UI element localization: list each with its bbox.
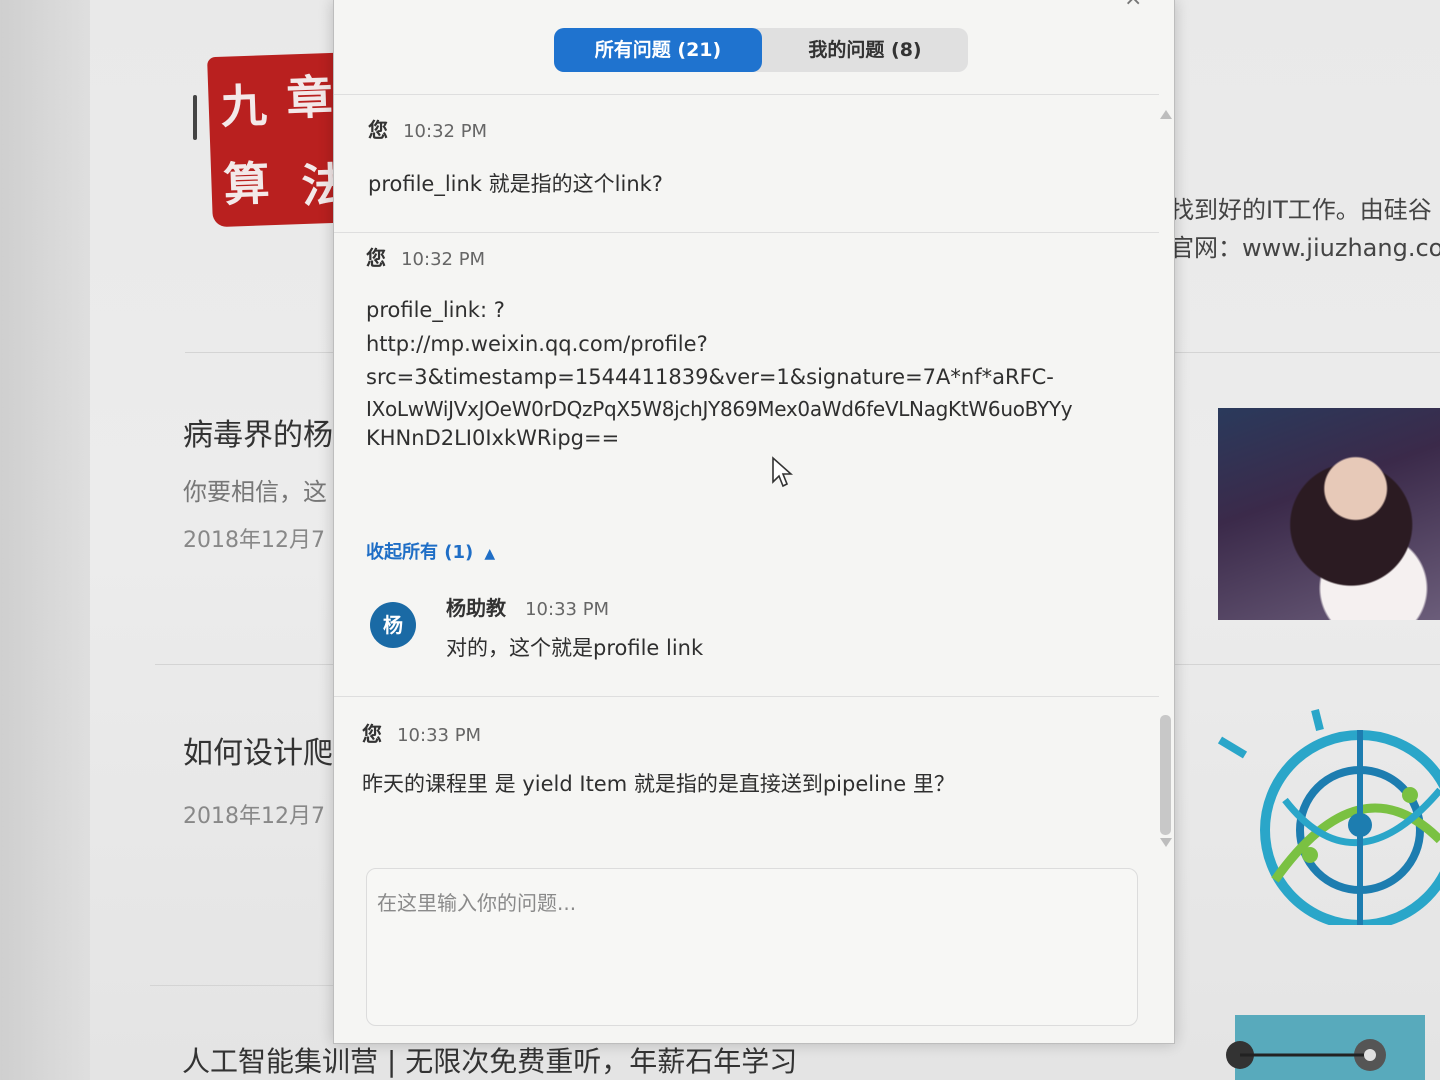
tab-all-questions[interactable]: 所有问题 (21) bbox=[554, 28, 762, 72]
divider bbox=[155, 664, 335, 665]
site-description: 找到好的IT工作。由硅谷 bbox=[1170, 196, 1432, 224]
avatar: 杨 bbox=[370, 602, 416, 648]
reply-time: 10:33 PM bbox=[525, 599, 610, 620]
chevron-up-icon[interactable]: ▲ bbox=[484, 546, 495, 562]
message-author: 您 bbox=[366, 246, 386, 270]
logo-accent-line bbox=[193, 95, 197, 140]
globe-illustration[interactable] bbox=[1215, 700, 1440, 925]
divider bbox=[1170, 664, 1440, 665]
article-date: 2018年12月7 bbox=[183, 528, 325, 553]
divider bbox=[334, 232, 1159, 233]
article-excerpt: 你要相信，这 bbox=[183, 478, 327, 506]
message-body-line: profile_link: ? bbox=[366, 298, 505, 322]
article-date: 2018年12月7 bbox=[183, 804, 325, 829]
message-author: 您 bbox=[368, 118, 388, 142]
mouse-cursor-icon bbox=[772, 456, 793, 488]
message-time: 10:32 PM bbox=[403, 121, 488, 142]
logo-char: 九 bbox=[219, 78, 268, 134]
reply-header: 杨助教 10:33 PM bbox=[446, 592, 609, 621]
reply-body: 对的，这个就是profile link bbox=[446, 636, 704, 660]
scroll-up-arrow-icon[interactable] bbox=[1160, 110, 1172, 119]
message-body-line: src=3&timestamp=1544411839&ver=1&signatu… bbox=[366, 365, 1054, 389]
question-input-container bbox=[366, 868, 1138, 1026]
message-body: profile_link 就是指的这个link? bbox=[368, 172, 663, 196]
question-item: 您 10:32 PM bbox=[368, 114, 487, 143]
network-illustration bbox=[1226, 1015, 1425, 1080]
close-icon[interactable]: × bbox=[1124, 0, 1142, 11]
scroll-down-arrow-icon[interactable] bbox=[1160, 838, 1172, 847]
article-thumbnail[interactable] bbox=[1218, 408, 1440, 620]
article-title[interactable]: 如何设计爬 bbox=[183, 728, 333, 772]
question-item: 您 10:33 PM bbox=[362, 718, 481, 747]
article-title[interactable]: 病毒界的杨 bbox=[183, 410, 333, 454]
question-item: 您 10:32 PM bbox=[366, 242, 485, 271]
qa-panel: × 所有问题 (21) 我的问题 (8) 您 10:32 PM profile_… bbox=[333, 0, 1175, 1044]
reply-author: 杨助教 bbox=[446, 596, 506, 620]
divider bbox=[334, 94, 1159, 95]
scrollbar-thumb[interactable] bbox=[1160, 715, 1171, 835]
message-time: 10:32 PM bbox=[401, 249, 486, 270]
message-body: 昨天的课程里 是 yield Item 就是指的是直接送到pipeline 里？ bbox=[362, 772, 955, 796]
collapse-link-label[interactable]: 收起所有 (1) bbox=[366, 542, 473, 563]
message-link[interactable]: http://mp.weixin.qq.com/profile? bbox=[366, 328, 708, 360]
site-logo[interactable]: 九 章 算 法 bbox=[207, 52, 349, 228]
message-author: 您 bbox=[362, 722, 382, 746]
question-input[interactable] bbox=[367, 869, 1137, 1025]
article-title[interactable]: 人工智能集训营 | 无限次免费重听，年薪石年学习 bbox=[182, 1040, 797, 1080]
divider bbox=[185, 352, 335, 353]
message-body-line: IXoLwWiJVxJOeW0rDQzPqX5W8jchJY869Mex0aWd… bbox=[366, 397, 1073, 421]
divider bbox=[334, 696, 1159, 697]
logo-char: 章 bbox=[285, 69, 334, 126]
site-url-text[interactable]: 官网：www.jiuzhang.com bbox=[1170, 228, 1440, 263]
logo-char: 算 bbox=[222, 156, 271, 212]
collapse-replies[interactable]: 收起所有 (1) ▲ bbox=[366, 538, 495, 564]
qa-tabs: 所有问题 (21) 我的问题 (8) bbox=[554, 28, 968, 72]
message-time: 10:33 PM bbox=[397, 725, 482, 746]
divider bbox=[150, 985, 335, 986]
divider bbox=[1170, 352, 1440, 353]
message-body-line: KHNnD2LI0IxkWRipg== bbox=[366, 426, 620, 450]
tab-my-questions[interactable]: 我的问题 (8) bbox=[762, 28, 968, 72]
